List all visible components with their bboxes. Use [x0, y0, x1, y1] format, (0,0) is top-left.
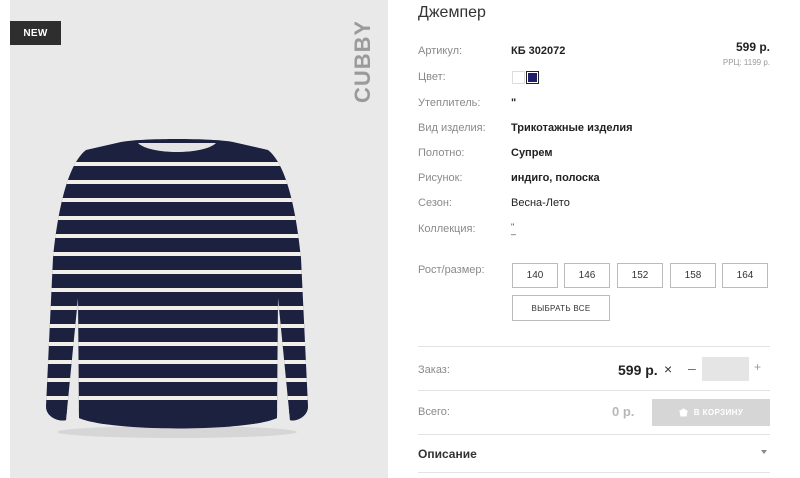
fabric-value: Супрем	[511, 147, 553, 159]
season-value: Весна-Лето	[511, 197, 570, 209]
divider	[418, 390, 770, 391]
svg-text:CUBBY: CUBBY	[350, 22, 375, 103]
decrease-button[interactable]: –	[688, 360, 696, 376]
chevron-down-icon[interactable]	[761, 450, 767, 454]
total-value: 0 р.	[612, 404, 635, 419]
divider	[418, 472, 770, 473]
article-label: Артикул:	[418, 45, 463, 57]
product-info: Джемпер Артикул: КБ 302072 599 р. РРЦ: 1…	[418, 0, 770, 478]
pattern-row: Рисунок: индиго, полоска	[418, 172, 770, 192]
new-badge: NEW	[10, 21, 61, 45]
article-row: Артикул: КБ 302072	[418, 45, 770, 65]
color-label: Цвет:	[418, 71, 446, 83]
brand-logo: CUBBY	[350, 22, 375, 103]
quantity-input[interactable]	[702, 357, 749, 381]
insulation-label: Утеплитель:	[418, 97, 481, 109]
total-label: Всего:	[418, 406, 450, 418]
product-type-row: Вид изделия: Трикотажные изделия	[418, 122, 770, 142]
color-swatch-navy[interactable]	[526, 71, 539, 84]
article-value: КБ 302072	[511, 45, 566, 57]
collection-row: Коллекция:	[418, 223, 770, 243]
collection-value: " –	[511, 222, 517, 239]
collection-label: Коллекция:	[418, 223, 476, 235]
times-icon: ×	[664, 361, 673, 377]
select-all-button[interactable]: ВЫБРАТЬ ВСЕ	[512, 295, 610, 321]
size-button-164[interactable]: 164	[722, 263, 768, 288]
product-title: Джемпер	[418, 4, 486, 21]
fabric-row: Полотно: Супрем	[418, 147, 770, 167]
rrp-price: РРЦ: 1199 р.	[722, 58, 770, 67]
color-swatch-white[interactable]	[512, 71, 525, 84]
order-label: Заказ:	[418, 364, 450, 376]
cart-button-label: В КОРЗИНУ	[693, 408, 744, 417]
season-row: Сезон: Весна-Лето	[418, 197, 770, 217]
insulation-value: "	[511, 97, 517, 109]
description-toggle[interactable]: Описание	[418, 447, 477, 461]
size-label: Рост/размер:	[418, 264, 485, 276]
increase-button[interactable]: +	[754, 360, 761, 374]
pattern-label: Рисунок:	[418, 172, 463, 184]
product-price: 599 р.	[735, 40, 770, 54]
size-button-152[interactable]: 152	[617, 263, 663, 288]
insulation-row: Утеплитель: "	[418, 97, 770, 117]
sweater-image	[46, 139, 308, 438]
season-label: Сезон:	[418, 197, 452, 209]
size-button-140[interactable]: 140	[512, 263, 558, 288]
size-button-146[interactable]: 146	[564, 263, 610, 288]
cart-icon	[679, 408, 688, 417]
divider	[418, 346, 770, 347]
product-type-label: Вид изделия:	[418, 122, 486, 134]
fabric-label: Полотно:	[418, 147, 465, 159]
size-button-158[interactable]: 158	[670, 263, 716, 288]
color-row: Цвет:	[418, 71, 770, 91]
product-photo: NEW CUBBY	[10, 0, 388, 478]
order-price: 599 р.	[618, 362, 658, 378]
divider	[418, 434, 770, 435]
add-to-cart-button[interactable]: В КОРЗИНУ	[652, 399, 770, 426]
pattern-value: индиго, полоска	[511, 172, 600, 184]
product-type-value: Трикотажные изделия	[511, 122, 633, 134]
